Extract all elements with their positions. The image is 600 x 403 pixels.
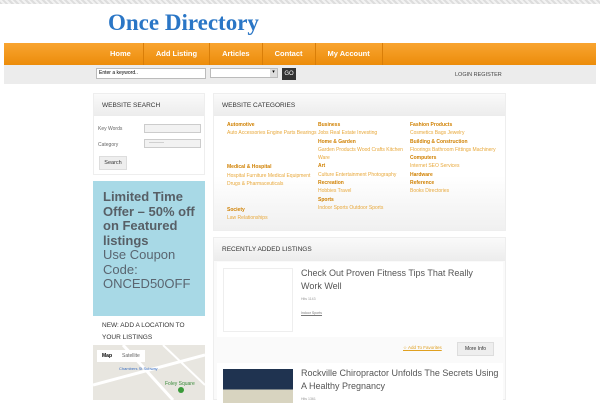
category-medical[interactable]: Medical & Hospital [227, 163, 317, 171]
categories-box: WEBSITE CATEGORIES Automotive Auto Access… [213, 93, 506, 231]
promo-coupon: Use Coupon Code: ONCED50OFF [103, 247, 191, 291]
promo-headline: Limited Time Offer – 50% off on Featured… [103, 189, 195, 248]
category-building[interactable]: Building & Construction [410, 138, 500, 146]
category-sports[interactable]: Sports [318, 196, 408, 204]
category-dropdown[interactable]: ——— [144, 139, 201, 148]
promo-banner[interactable]: Limited Time Offer – 50% off on Featured… [93, 181, 205, 316]
add-to-favorites-label: Add To Favorites [408, 345, 442, 350]
category-society[interactable]: Society [227, 206, 317, 214]
category-items[interactable]: Jobs Real Estate Investing [318, 129, 408, 137]
go-button[interactable]: GO [282, 68, 296, 80]
chevron-down-icon: ▾ [270, 69, 277, 77]
nav-my-account[interactable]: My Account [316, 43, 383, 65]
category-art[interactable]: Art [318, 162, 408, 170]
category-items[interactable]: Law Relationships [227, 214, 317, 222]
nav-articles[interactable]: Articles [210, 43, 263, 65]
location-box: NEW: ADD A LOCATION TO YOUR LISTINGS [93, 316, 205, 346]
map-type-toggle: Map Satellite [97, 350, 145, 362]
location-title: NEW: ADD A LOCATION TO YOUR LISTINGS [102, 322, 185, 341]
category-items[interactable]: Hobbies Travel [318, 187, 408, 195]
listing-meta: Hits 1143 [301, 297, 316, 301]
category-items[interactable]: Indoor Sports Outdoor Sports [318, 204, 408, 212]
category-items[interactable]: Floorings Bathroom Fittings Machinery [410, 146, 500, 154]
listing-title[interactable]: Rockville Chiropractor Unfolds The Secre… [301, 367, 501, 393]
category-fashion[interactable]: Fashion Products [410, 121, 500, 129]
listing-thumbnail[interactable] [223, 369, 293, 403]
category-reference[interactable]: Reference [410, 179, 500, 187]
nav-home[interactable]: Home [98, 43, 144, 65]
map-label-foley: Foley Square [165, 381, 195, 387]
map[interactable]: Map Satellite Chambers St Subway Foley S… [93, 345, 205, 400]
listing-category-link[interactable]: Indoor Sports [301, 311, 322, 315]
category-column: Business Jobs Real Estate Investing Home … [318, 121, 408, 212]
site-logo[interactable]: Once Directory [108, 10, 259, 36]
category-items[interactable]: Auto Accessories Engine Parts Bearings [227, 129, 317, 163]
more-info-button[interactable]: More Info [457, 342, 494, 356]
category-recreation[interactable]: Recreation [318, 179, 408, 187]
listing-meta: Hits 1361 [301, 397, 316, 401]
main-nav: Home Add Listing Articles Contact My Acc… [4, 43, 596, 65]
website-search-box: WEBSITE SEARCH Key Words Category ——— Se… [93, 93, 205, 175]
website-search-title: WEBSITE SEARCH [94, 94, 204, 116]
satellite-tab[interactable]: Satellite [122, 353, 140, 359]
category-items[interactable]: Hospital Furniture Medical Equipment Dru… [227, 172, 317, 206]
listing-card: Rockville Chiropractor Unfolds The Secre… [217, 363, 503, 403]
listing-card: Check Out Proven Fitness Tips That Reall… [217, 262, 503, 337]
listings-box: RECENTLY ADDED LISTINGS Check Out Proven… [213, 237, 506, 403]
top-strip [0, 0, 600, 4]
category-select[interactable]: ▾ [210, 68, 278, 78]
nav-add-listing[interactable]: Add Listing [144, 43, 211, 65]
keywords-label: Key Words [98, 126, 123, 132]
map-tab[interactable]: Map [102, 353, 112, 359]
search-bar: Enter a keyword.. ▾ GO LOGIN REGISTER [4, 65, 596, 84]
categories-title: WEBSITE CATEGORIES [214, 94, 505, 116]
keywords-input[interactable] [144, 124, 201, 133]
category-automotive[interactable]: Automotive [227, 121, 317, 129]
search-button[interactable]: Search [99, 156, 127, 170]
listings-title: RECENTLY ADDED LISTINGS [214, 238, 505, 261]
category-hardware[interactable]: Hardware [410, 171, 500, 179]
category-computers[interactable]: Computers [410, 154, 500, 162]
category-items[interactable]: Cosmetics Bags Jewelry [410, 129, 500, 137]
login-register-link[interactable]: LOGIN REGISTER [455, 72, 502, 78]
listing-thumbnail[interactable] [223, 268, 293, 332]
category-items[interactable]: Garden Products Wood Crafts Kitchen Ware [318, 146, 408, 163]
category-label: Category [98, 142, 119, 148]
category-items[interactable]: Books Directories [410, 187, 500, 195]
nav-contact[interactable]: Contact [263, 43, 316, 65]
category-business[interactable]: Business [318, 121, 408, 129]
category-column: Fashion Products Cosmetics Bags Jewelry B… [410, 121, 500, 196]
category-items[interactable]: Internet SEO Services [410, 162, 500, 170]
keyword-input[interactable]: Enter a keyword.. [96, 68, 206, 79]
listing-title[interactable]: Check Out Proven Fitness Tips That Reall… [301, 267, 496, 293]
category-column: Automotive Auto Accessories Engine Parts … [227, 121, 317, 222]
category-items[interactable]: Culture Entertainment Photography [318, 171, 408, 179]
category-home-garden[interactable]: Home & Garden [318, 138, 408, 146]
add-to-favorites-link[interactable]: ☆ Add To Favorites [403, 345, 442, 351]
map-label-subway: Chambers St Subway [119, 366, 158, 371]
